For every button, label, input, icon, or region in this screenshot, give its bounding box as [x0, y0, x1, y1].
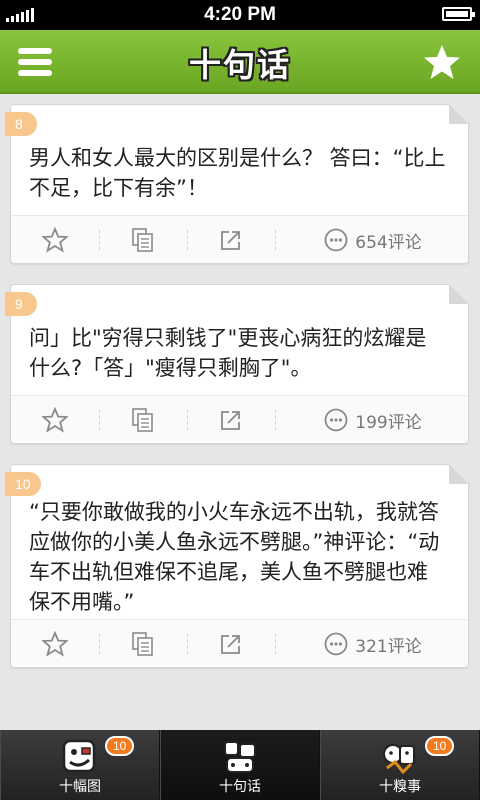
sentence-logo-icon	[224, 741, 256, 773]
share-button[interactable]	[187, 396, 275, 444]
comments-button[interactable]: 654评论	[275, 216, 470, 264]
share-button[interactable]	[187, 620, 275, 668]
copy-icon	[132, 228, 153, 252]
funny-story-icon	[383, 744, 415, 775]
tab-sentences[interactable]: 十句话	[160, 730, 320, 800]
star-outline-icon	[42, 631, 68, 657]
copy-button[interactable]	[99, 620, 187, 668]
comments-button[interactable]: 199评论	[275, 396, 470, 444]
copy-icon	[132, 632, 153, 656]
pictures-count-badge: 10	[105, 736, 135, 756]
app-logo-title: 十句话	[188, 46, 291, 84]
share-icon	[221, 635, 240, 654]
comment-count: 654评论	[355, 232, 422, 253]
share-icon	[221, 411, 240, 430]
tab-label: 十幅图	[59, 779, 101, 795]
comment-bubble-icon	[324, 228, 348, 252]
status-time: 4:20 PM	[204, 4, 276, 25]
share-button[interactable]	[187, 216, 275, 264]
card-number-badge: 9	[5, 292, 37, 316]
favorite-button[interactable]	[11, 216, 99, 264]
battery-icon	[442, 7, 475, 21]
tab-funny-stories[interactable]: 10 十糗事	[320, 730, 480, 800]
comment-bubble-icon	[324, 408, 348, 432]
comment-bubble-icon	[324, 632, 348, 656]
card-actions: 199评论	[11, 395, 468, 443]
tab-label: 十糗事	[379, 779, 421, 795]
bottom-tab-bar: 10 十幅图 十句话 10 十糗事	[0, 730, 480, 800]
comments-button[interactable]: 321评论	[275, 620, 470, 668]
copy-button[interactable]	[99, 396, 187, 444]
status-bar: 4:20 PM	[0, 0, 480, 30]
favorite-star-icon[interactable]	[422, 42, 462, 82]
favorite-button[interactable]	[11, 396, 99, 444]
share-icon	[221, 231, 240, 250]
star-outline-icon	[42, 407, 68, 433]
joke-text: 问」比"穷得只剩钱了"更丧心病狂的炫耀是什么?「答」"瘦得只剩胸了"。	[29, 326, 427, 380]
card-number-badge: 10	[5, 472, 41, 496]
tab-label: 十句话	[219, 779, 261, 795]
joke-card: 10 “只要你敢做我的小火车永远不出轨，我就答应做你的小美人鱼永远不劈腿。”神评…	[5, 464, 469, 668]
picture-face-icon	[62, 739, 96, 773]
joke-text: “只要你敢做我的小火车永远不出轨，我就答应做你的小美人鱼永远不劈腿。”神评论：“…	[29, 500, 440, 614]
joke-card: 9 问」比"穷得只剩钱了"更丧心病狂的炫耀是什么?「答」"瘦得只剩胸了"。 19…	[5, 284, 469, 444]
copy-button[interactable]	[99, 216, 187, 264]
favorite-button[interactable]	[11, 620, 99, 668]
card-number-badge: 8	[5, 112, 37, 136]
stories-count-badge: 10	[425, 736, 455, 756]
tab-pictures[interactable]: 10 十幅图	[0, 730, 160, 800]
star-outline-icon	[42, 227, 68, 253]
comment-count: 199评论	[355, 412, 422, 433]
card-actions: 321评论	[11, 619, 468, 667]
joke-text: 男人和女人最大的区别是什么？ 答曰：“比上不足，比下有余”！	[29, 146, 446, 200]
joke-card: 8 男人和女人最大的区别是什么？ 答曰：“比上不足，比下有余”！ 654评论	[5, 104, 469, 264]
copy-icon	[132, 408, 153, 432]
app-header: 十句话	[0, 30, 480, 94]
comment-count: 321评论	[355, 636, 422, 657]
card-actions: 654评论	[11, 215, 468, 263]
